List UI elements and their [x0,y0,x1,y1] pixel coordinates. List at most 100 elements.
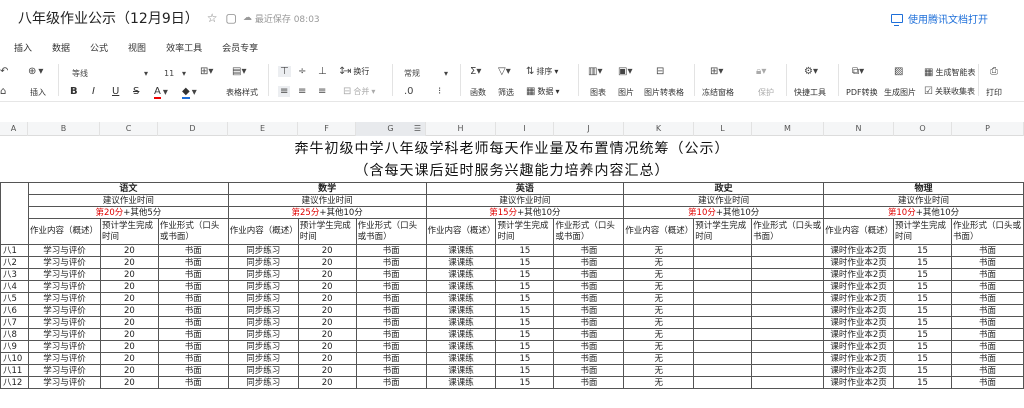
subject-header[interactable]: 英语 [425,182,625,195]
sub-header[interactable]: 作业形式（口头或书面） [751,218,825,245]
class-label[interactable]: 八3 [0,268,29,281]
table-cell[interactable]: 20 [99,280,159,293]
table-cell[interactable]: 15 [495,328,555,341]
table-cell[interactable]: 20 [297,304,357,317]
column-header-D[interactable]: D [158,122,228,136]
insert-add-icon[interactable]: ⊕ ▾ [28,66,43,77]
table-cell[interactable]: 同步练习 [227,292,299,305]
table-cell[interactable]: 课时作业本2页 [823,376,895,389]
filter-menu-icon[interactable]: ☰ [414,122,421,136]
column-header-B[interactable]: B [28,122,100,136]
menu-efficiency[interactable]: 效率工具 [166,41,202,54]
table-cell[interactable]: 20 [99,292,159,305]
underline-icon[interactable]: U [112,86,119,97]
time-header[interactable]: 第15分+其他10分 [425,206,625,219]
table-cell[interactable]: 课时作业本2页 [823,328,895,341]
table-cell[interactable]: 20 [297,352,357,365]
table-cell[interactable] [693,280,753,293]
table-cell[interactable]: 课课练 [425,340,497,353]
class-label[interactable]: 八12 [0,376,29,389]
table-cell[interactable]: 课时作业本2页 [823,244,895,257]
table-cell[interactable]: 20 [297,364,357,377]
table-cell[interactable]: 20 [99,256,159,269]
subject-header[interactable]: 政史 [623,182,825,195]
table-cell[interactable]: 学习与评价 [27,256,101,269]
table-cell[interactable]: 学习与评价 [27,292,101,305]
table-cell[interactable] [751,280,825,293]
subject-header[interactable]: 语文 [27,182,229,195]
image-to-table-button[interactable]: 图片转表格 [644,87,684,98]
table-cell[interactable]: 书面 [355,256,427,269]
table-cell[interactable]: 15 [495,256,555,269]
table-cell[interactable] [751,292,825,305]
freeze-icon[interactable]: ⊞▾ [710,66,723,77]
table-cell[interactable]: 学习与评价 [27,280,101,293]
table-cell[interactable]: 书面 [950,292,1024,305]
table-cell[interactable]: 同步练习 [227,376,299,389]
class-label[interactable]: 八10 [0,352,29,365]
menu-data[interactable]: 数据 [52,41,70,54]
suggest-header[interactable]: 建议作业时间 [425,194,625,207]
data-button[interactable]: ▦ 数据 ▾ [526,86,559,97]
star-icon[interactable]: ☆ [207,11,218,25]
table-cell[interactable]: 同步练习 [227,340,299,353]
table-cell[interactable]: 同步练习 [227,352,299,365]
sub-header[interactable]: 预计学生完成时间 [99,218,159,245]
table-cell[interactable] [693,292,753,305]
table-cell[interactable]: 同步练习 [227,280,299,293]
font-color-icon[interactable]: A ▾ [154,86,168,99]
class-label[interactable]: 八4 [0,280,29,293]
column-header-L[interactable]: L [694,122,752,136]
suggest-header[interactable]: 建议作业时间 [823,194,1024,207]
class-label[interactable]: 八5 [0,292,29,305]
table-cell[interactable]: 同步练习 [227,256,299,269]
table-cell[interactable]: 书面 [157,352,229,365]
table-cell[interactable]: 无 [623,328,695,341]
table-cell[interactable]: 15 [495,292,555,305]
table-cell[interactable] [693,304,753,317]
subject-header[interactable]: 数学 [227,182,427,195]
italic-icon[interactable]: I [92,86,95,97]
table-cell[interactable]: 书面 [950,328,1024,341]
align-bottom-icon[interactable]: ⊥ [318,66,327,77]
sub-header[interactable]: 作业内容（概述） [227,218,299,245]
table-cell[interactable]: 书面 [157,364,229,377]
print-icon[interactable]: ⎙ [990,66,998,77]
table-cell[interactable]: 学习与评价 [27,304,101,317]
image-icon[interactable]: ▣▾ [618,66,632,77]
table-cell[interactable]: 15 [893,244,952,257]
font-size-select[interactable]: 11 ▾ [160,66,190,80]
table-cell[interactable] [751,304,825,317]
table-cell[interactable]: 20 [99,268,159,281]
table-cell[interactable]: 学习与评价 [27,376,101,389]
table-cell[interactable]: 15 [495,376,555,389]
table-cell[interactable]: 15 [893,352,952,365]
generate-image-icon[interactable]: ▨ [894,66,903,77]
table-cell[interactable]: 15 [495,244,555,257]
sub-header[interactable]: 作业内容（概述） [623,218,695,245]
table-cell[interactable]: 20 [297,268,357,281]
table-cell[interactable]: 课课练 [425,268,497,281]
table-cell[interactable]: 同步练习 [227,328,299,341]
table-style-button[interactable]: 表格样式 [226,87,258,98]
table-cell[interactable]: 15 [893,340,952,353]
pdf-icon[interactable]: ⧉▾ [852,66,864,77]
table-cell[interactable]: 书面 [950,244,1024,257]
sub-header[interactable]: 预计学生完成时间 [893,218,952,245]
table-cell[interactable]: 无 [623,376,695,389]
table-cell[interactable]: 学习与评价 [27,244,101,257]
table-cell[interactable] [693,256,753,269]
table-cell[interactable]: 课课练 [425,328,497,341]
table-cell[interactable]: 同步练习 [227,304,299,317]
decimal-more-icon[interactable]: ⁝ [438,86,441,97]
border-icon[interactable]: ⊞▾ [200,66,213,77]
table-cell[interactable] [751,352,825,365]
table-cell[interactable]: 书面 [553,280,625,293]
menu-member[interactable]: 会员专享 [222,41,258,54]
table-cell[interactable]: 书面 [355,292,427,305]
table-cell[interactable]: 课时作业本2页 [823,280,895,293]
sub-header[interactable]: 作业形式（口头或书面） [157,218,229,245]
table-cell[interactable]: 书面 [950,280,1024,293]
table-cell[interactable]: 15 [893,364,952,377]
table-cell[interactable]: 书面 [355,244,427,257]
